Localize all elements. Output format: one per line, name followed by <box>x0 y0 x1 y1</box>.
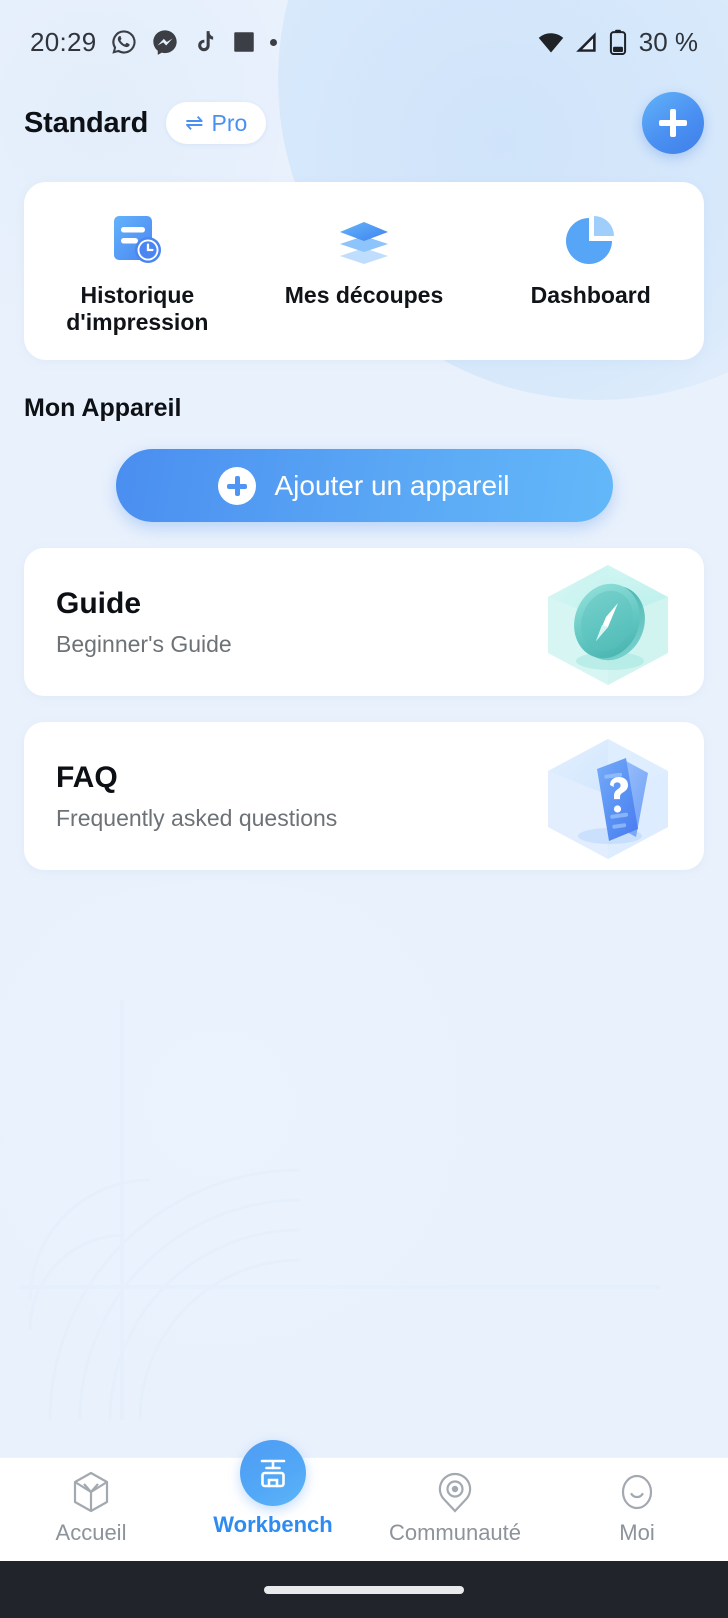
background-blob-lower <box>0 880 560 1440</box>
status-bar-left: 20:29 <box>30 27 277 58</box>
faq-card[interactable]: FAQ Frequently asked questions <box>24 722 704 870</box>
nav-label: Communauté <box>388 1520 522 1545</box>
question-card-hexagon-illustration <box>538 732 678 860</box>
faq-card-text: FAQ Frequently asked questions <box>56 761 538 832</box>
smiley-face-icon <box>617 1466 657 1518</box>
quick-action-label: Historique d'impression <box>66 282 209 336</box>
swap-arrows-icon: ⇌ <box>185 110 204 135</box>
bottom-navigation: Accueil Workbench Communauté Moi <box>0 1440 728 1561</box>
plus-icon <box>659 109 687 137</box>
pro-toggle-label: Pro <box>211 109 248 136</box>
tiktok-icon <box>197 31 213 52</box>
section-title-my-device: Mon Appareil <box>24 394 182 422</box>
cellular-signal-icon <box>575 32 596 52</box>
community-pin-icon <box>435 1466 475 1518</box>
nav-label: Moi <box>619 1520 655 1545</box>
nav-label: Workbench <box>213 1512 333 1537</box>
background-watermark <box>20 1000 660 1420</box>
add-button[interactable] <box>642 92 704 154</box>
guide-card-title: Guide <box>56 586 142 620</box>
guide-card-subtitle: Beginner's Guide <box>56 630 232 657</box>
nav-item-moi[interactable]: Moi <box>546 1458 728 1546</box>
square-app-icon <box>233 32 254 52</box>
quick-action-label: Dashboard <box>530 282 651 308</box>
quick-action-print-history[interactable]: Historique d'impression <box>24 182 251 336</box>
guide-card[interactable]: Guide Beginner's Guide <box>24 548 704 696</box>
quick-action-dashboard[interactable]: Dashboard <box>477 182 704 309</box>
guide-card-text: Guide Beginner's Guide <box>56 587 538 658</box>
pro-mode-toggle[interactable]: ⇌ Pro <box>166 102 267 144</box>
system-gesture-bar <box>0 1561 728 1618</box>
battery-percentage: 30 % <box>638 26 698 57</box>
faq-card-title: FAQ <box>56 760 118 794</box>
status-bar-right: 30 % <box>537 27 698 58</box>
status-bar: 20:29 30 % <box>0 0 728 84</box>
compass-hexagon-illustration <box>538 558 678 686</box>
nav-label: Accueil <box>55 1520 127 1545</box>
app-header: Standard ⇌ Pro <box>0 84 728 162</box>
add-device-label: Ajouter un appareil <box>274 469 510 501</box>
quick-actions-card: Historique d'impression Mes découpes Das… <box>24 182 704 360</box>
nav-item-communaute[interactable]: Communauté <box>364 1458 546 1546</box>
faq-card-subtitle: Frequently asked questions <box>56 804 338 831</box>
dot-indicator <box>269 38 277 46</box>
plus-circle-icon <box>218 466 257 505</box>
gesture-handle[interactable] <box>264 1585 464 1594</box>
add-device-button[interactable]: Ajouter un appareil <box>115 449 613 522</box>
print-history-icon <box>108 212 166 268</box>
layers-icon <box>335 212 393 268</box>
status-time: 20:29 <box>30 26 97 57</box>
pie-chart-icon <box>562 212 620 268</box>
whatsapp-icon <box>111 30 136 54</box>
nav-item-accueil[interactable]: Accueil <box>0 1458 182 1546</box>
page-title: Standard <box>24 106 149 139</box>
messenger-icon <box>152 30 177 55</box>
nav-item-workbench[interactable]: Workbench <box>182 1440 364 1538</box>
quick-action-label: Mes découpes <box>284 282 444 308</box>
battery-icon <box>609 29 626 55</box>
quick-action-my-cuts[interactable]: Mes découpes <box>251 182 478 309</box>
printer-icon <box>240 1440 306 1506</box>
wifi-icon <box>538 33 563 53</box>
cube-icon <box>71 1466 111 1518</box>
